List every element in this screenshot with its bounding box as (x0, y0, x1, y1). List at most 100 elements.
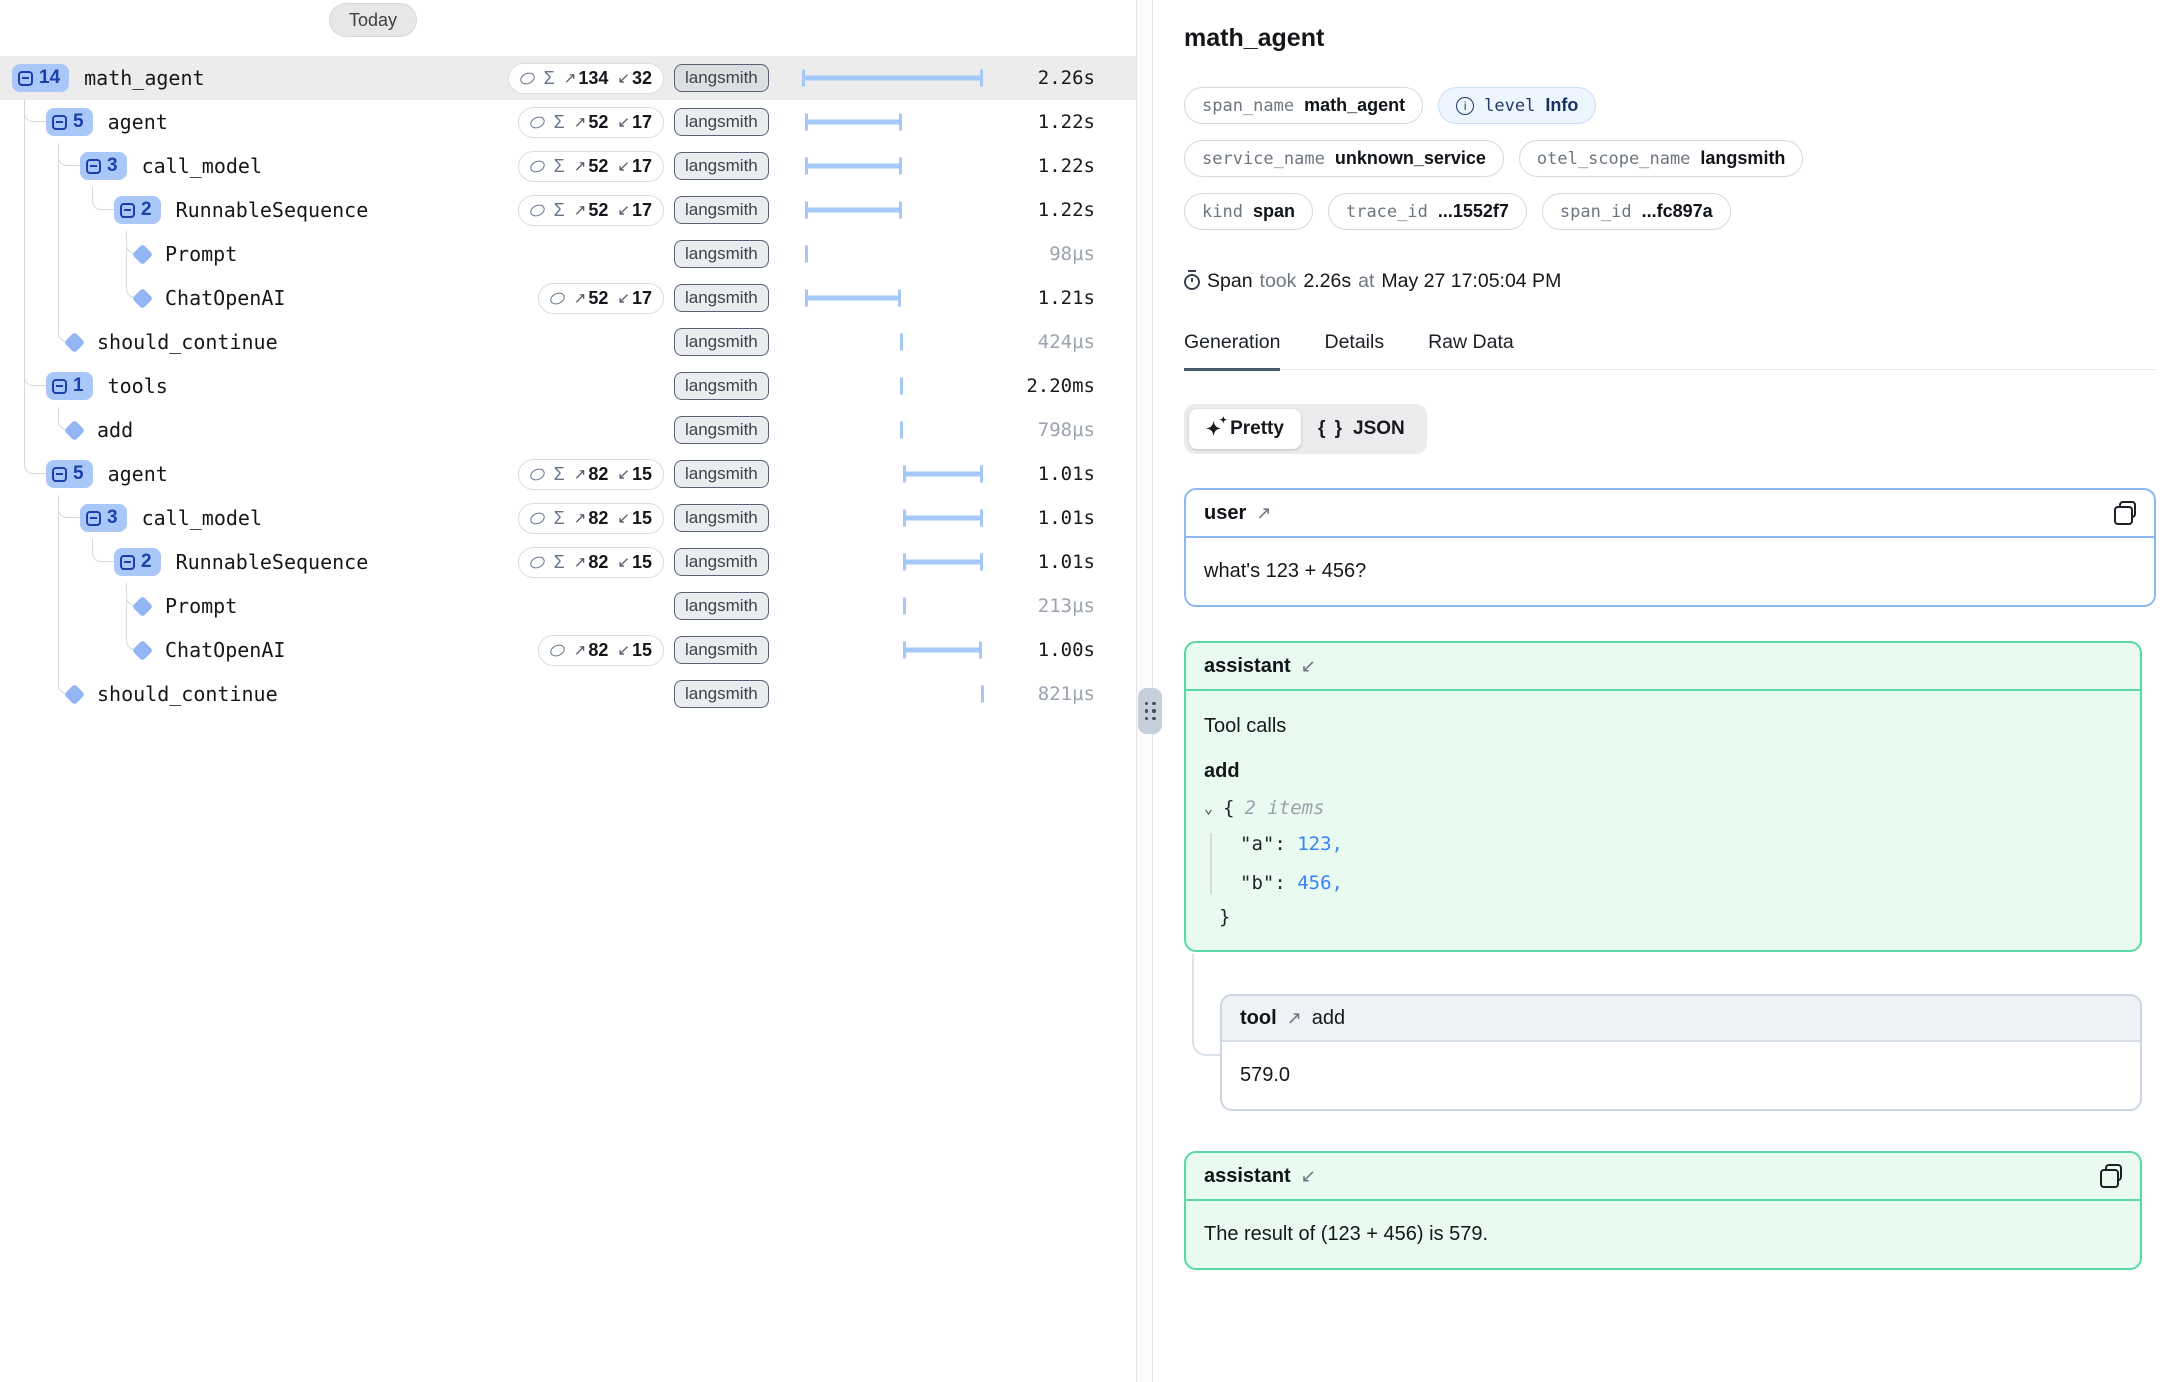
otel-scope-pill[interactable]: otel_scope_name langsmith (1519, 140, 1804, 177)
langsmith-tag[interactable]: langsmith (674, 240, 769, 268)
tab-generation[interactable]: Generation (1184, 331, 1280, 369)
input-tokens: ↗82 (574, 464, 609, 485)
langsmith-tag[interactable]: langsmith (674, 372, 769, 400)
tree-cell: Prompt (0, 584, 494, 628)
span-id-pill[interactable]: span_id ...fc897a (1542, 193, 1731, 230)
trace-row[interactable]: 1 tools langsmith 2.20ms (0, 364, 1136, 408)
duration-value: 1.01s (994, 551, 1095, 573)
trace-row[interactable]: 5 agent Σ ↗52 ↙17 langsmith 1.22s (0, 100, 1136, 144)
tree-elbow-connector (92, 539, 114, 562)
trace-row[interactable]: add langsmith 798µs (0, 408, 1136, 452)
langsmith-tag[interactable]: langsmith (674, 108, 769, 136)
collapse-minus-icon (86, 511, 101, 526)
token-metrics-pill[interactable]: Σ ↗82 ↙15 (518, 459, 664, 490)
langsmith-tag[interactable]: langsmith (674, 460, 769, 488)
token-coin-icon (528, 114, 546, 130)
grip-dots-icon (1145, 702, 1156, 721)
json-toggle-button[interactable]: { } JSON (1301, 409, 1422, 449)
trace-id-pill[interactable]: trace_id ...1552f7 (1328, 193, 1527, 230)
duration-bar (981, 686, 984, 703)
trace-row[interactable]: Prompt langsmith 213µs (0, 584, 1136, 628)
trace-row[interactable]: Prompt langsmith 98µs (0, 232, 1136, 276)
collapse-minus-icon (52, 467, 67, 482)
collapse-badge[interactable]: 3 (80, 152, 127, 180)
langsmith-tag[interactable]: langsmith (674, 152, 769, 180)
view-toggle: ✦ Pretty { } JSON (1184, 404, 1427, 454)
trace-row[interactable]: ChatOpenAI ↗52 ↙17 langsmith 1.21s (0, 276, 1136, 320)
items-count-note: 2 items (1244, 797, 1324, 819)
langsmith-tag[interactable]: langsmith (674, 636, 769, 664)
token-metrics-pill[interactable]: Σ ↗82 ↙15 (518, 547, 664, 578)
pretty-toggle-button[interactable]: ✦ Pretty (1189, 409, 1301, 449)
token-coin-icon (528, 158, 546, 174)
token-metrics-pill[interactable]: Σ ↗52 ↙17 (518, 151, 664, 182)
duration-bar (805, 246, 808, 263)
span-duration: 2.26s (1303, 270, 1351, 293)
trace-row[interactable]: 2 RunnableSequence Σ ↗52 ↙17 langsmith 1… (0, 188, 1136, 232)
tab-details[interactable]: Details (1324, 331, 1384, 369)
langsmith-tag[interactable]: langsmith (674, 504, 769, 532)
trace-row[interactable]: 3 call_model Σ ↗82 ↙15 langsmith 1.01s (0, 496, 1136, 540)
tool-call-name: add (1204, 760, 2122, 783)
trace-row[interactable]: 5 agent Σ ↗82 ↙15 langsmith 1.01s (0, 452, 1136, 496)
pill-row: kind span trace_id ...1552f7 span_id ...… (1184, 193, 2156, 230)
span-label: ChatOpenAI (165, 638, 285, 662)
langsmith-tag[interactable]: langsmith (674, 284, 769, 312)
langsmith-tag[interactable]: langsmith (674, 416, 769, 444)
token-metrics-pill[interactable]: Σ ↗52 ↙17 (518, 107, 664, 138)
langsmith-tag[interactable]: langsmith (674, 328, 769, 356)
collapse-badge[interactable]: 1 (46, 372, 93, 400)
json-root-row[interactable]: ⌄ { 2 items (1204, 797, 2122, 819)
tree-cell: add (0, 408, 494, 452)
pill-key: span_name (1202, 96, 1294, 116)
duration-value: 213µs (994, 595, 1095, 617)
tree-cell: 3 call_model (0, 144, 494, 188)
trace-row[interactable]: should_continue langsmith 821µs (0, 672, 1136, 716)
token-coin-icon (528, 554, 546, 570)
langsmith-tag[interactable]: langsmith (674, 196, 769, 224)
tag-cell: langsmith (674, 416, 798, 444)
collapse-badge[interactable]: 5 (46, 108, 93, 136)
span-name-pill[interactable]: span_name math_agent (1184, 87, 1423, 124)
trace-row[interactable]: 2 RunnableSequence Σ ↗82 ↙15 langsmith 1… (0, 540, 1136, 584)
tree-elbow-connector (58, 495, 80, 518)
tag-cell: langsmith (674, 548, 798, 576)
token-metrics-pill[interactable]: Σ ↗82 ↙15 (518, 503, 664, 534)
trace-row[interactable]: 14 math_agent Σ ↗134 ↙32 langsmith 2.26s (0, 56, 1136, 100)
level-pill[interactable]: i level Info (1438, 87, 1596, 124)
collapse-badge[interactable]: 2 (114, 548, 161, 576)
user-message-content: what's 123 + 456? (1186, 538, 2154, 605)
tab-raw-data[interactable]: Raw Data (1428, 331, 1514, 369)
assistant-final-card: assistant ↙ The result of (123 + 456) is… (1184, 1151, 2142, 1270)
role-label: tool (1240, 1007, 1277, 1030)
span-label: Prompt (165, 242, 237, 266)
pill-key: trace_id (1346, 202, 1428, 222)
token-metrics-pill[interactable]: ↗82 ↙15 (538, 635, 664, 666)
trace-row[interactable]: ChatOpenAI ↗82 ↙15 langsmith 1.00s (0, 628, 1136, 672)
langsmith-tag[interactable]: langsmith (674, 680, 769, 708)
resize-grip-handle[interactable] (1138, 688, 1162, 734)
trace-row[interactable]: should_continue langsmith 424µs (0, 320, 1136, 364)
child-count: 3 (107, 507, 118, 529)
kind-pill[interactable]: kind span (1184, 193, 1313, 230)
copy-icon[interactable] (2100, 1164, 2122, 1188)
langsmith-tag[interactable]: langsmith (674, 592, 769, 620)
json-entry-b: "b": 456, (1240, 872, 2122, 894)
token-metrics-pill[interactable]: Σ ↗134 ↙32 (508, 63, 664, 94)
waterfall-cell (798, 276, 994, 320)
token-metrics-pill[interactable]: ↗52 ↙17 (538, 283, 664, 314)
today-filter-pill[interactable]: Today (329, 3, 417, 37)
tool-result-wrap: tool ↗ add 579.0 (1184, 994, 2156, 1111)
langsmith-tag[interactable]: langsmith (674, 64, 769, 92)
copy-icon[interactable] (2114, 501, 2136, 525)
collapse-badge[interactable]: 3 (80, 504, 127, 532)
duration-bar (805, 290, 901, 307)
collapse-badge[interactable]: 14 (12, 64, 69, 92)
collapse-badge[interactable]: 2 (114, 196, 161, 224)
collapse-badge[interactable]: 5 (46, 460, 93, 488)
service-name-pill[interactable]: service_name unknown_service (1184, 140, 1504, 177)
trace-row[interactable]: 3 call_model Σ ↗52 ↙17 langsmith 1.22s (0, 144, 1136, 188)
token-metrics-pill[interactable]: Σ ↗52 ↙17 (518, 195, 664, 226)
span-label: should_continue (97, 330, 278, 354)
langsmith-tag[interactable]: langsmith (674, 548, 769, 576)
